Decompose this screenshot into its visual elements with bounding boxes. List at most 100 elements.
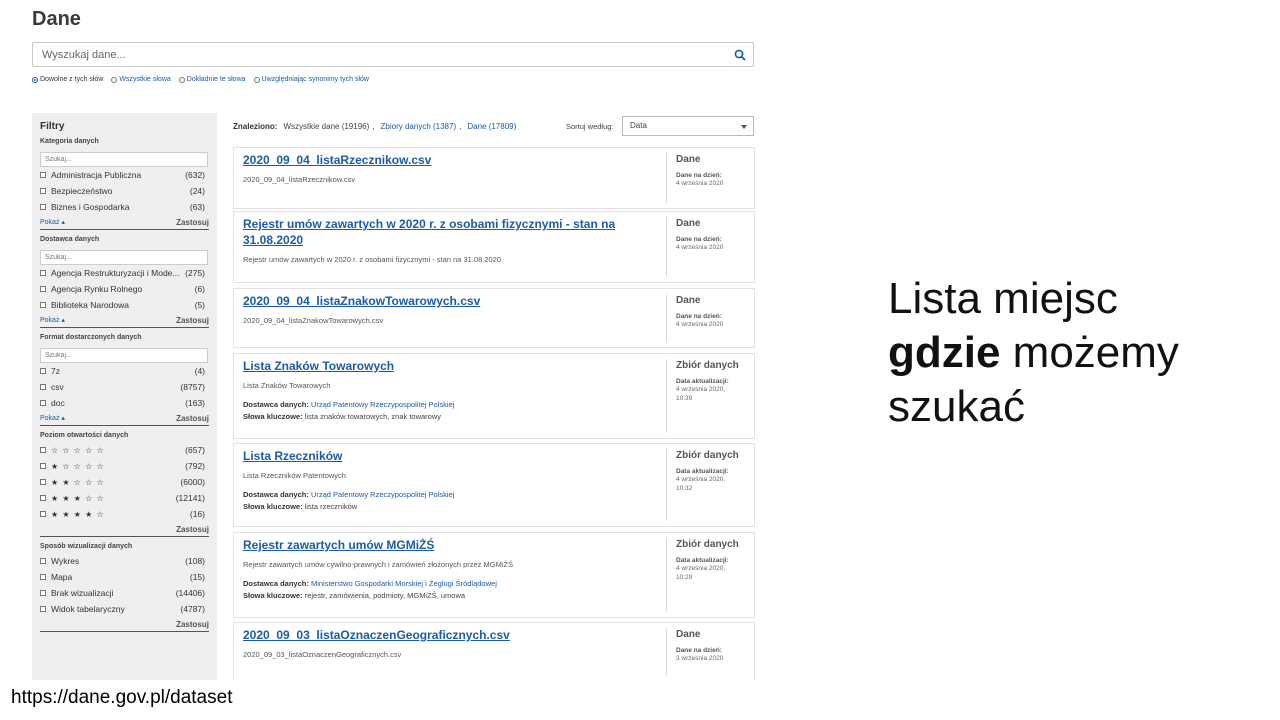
caret-down-icon <box>741 125 747 129</box>
checkbox-icon[interactable] <box>40 270 46 276</box>
result-meta: Zbiór danych Data aktualizacji: 4 wrześn… <box>666 359 754 433</box>
apply-button[interactable]: Zastosuj <box>176 316 209 325</box>
result-date: 3 września 2020 <box>676 655 724 662</box>
result-type: Zbiór danych <box>676 360 739 371</box>
apply-button[interactable]: Zastosuj <box>176 620 209 629</box>
filter-search-input[interactable] <box>40 152 208 167</box>
result-description: 2020_09_04_listaZnakowTowarowych.csv <box>243 316 384 325</box>
checkbox-icon[interactable] <box>40 384 46 390</box>
filter-group-title: Dostawca danych <box>40 236 100 243</box>
result-title-link[interactable]: Rejestr zawartych umów MGMiŻŚ <box>243 537 663 553</box>
checkbox-icon[interactable] <box>40 368 46 374</box>
filter-item[interactable]: Wykres (108) <box>40 553 209 569</box>
result-title-link[interactable]: Lista Znaków Towarowych <box>243 358 663 374</box>
filter-item[interactable]: csv (8757) <box>40 379 209 395</box>
result-time: 10:39 <box>676 395 693 402</box>
filter-item[interactable]: Biznes i Gospodarka (63) <box>40 199 209 215</box>
search-input[interactable] <box>33 43 753 66</box>
search-mode-options: Dowolne z tych słów Wszystkie słowa Dokł… <box>32 76 369 83</box>
filter-item[interactable]: 7z (4) <box>40 363 209 379</box>
provider-link[interactable]: Ministerstwo Gospodarki Morskiej i Żeglu… <box>311 579 497 588</box>
page-title: Dane <box>32 8 81 30</box>
provider-link[interactable]: Urząd Patentowy Rzeczypospolitej Polskie… <box>311 400 454 409</box>
results-datasets-link[interactable]: Zbiory danych (1387) <box>381 122 457 131</box>
search-mode-synonyms[interactable]: Uwzględniając synonimy tych słów <box>253 76 369 83</box>
search-icon[interactable] <box>734 49 746 61</box>
show-more-link[interactable]: Pokaż ▴ <box>40 316 65 324</box>
filter-item[interactable]: doc (163) <box>40 395 209 411</box>
filter-search-input[interactable] <box>40 348 208 363</box>
filter-item[interactable]: ★ ★ ★ ★ ☆ (16) <box>40 506 209 522</box>
checkbox-icon[interactable] <box>40 302 46 308</box>
checkbox-icon[interactable] <box>40 606 46 612</box>
provider-link[interactable]: Urząd Patentowy Rzeczypospolitej Polskie… <box>311 490 454 499</box>
filter-group-title: Poziom otwartości danych <box>40 432 129 439</box>
sort-label: Sortuj według: <box>566 122 614 131</box>
sort-select[interactable]: Data <box>622 116 754 136</box>
results-data-link[interactable]: Dane (17809) <box>467 122 516 131</box>
search-mode-all[interactable]: Wszystkie słowa <box>111 76 171 83</box>
result-meta: Zbiór danych Data aktualizacji: 4 wrześn… <box>666 449 754 521</box>
result-type: Zbiór danych <box>676 450 739 461</box>
result-date: 4 września 2020, <box>676 386 726 393</box>
checkbox-icon[interactable] <box>40 188 46 194</box>
checkbox-icon[interactable] <box>40 172 46 178</box>
filter-footer: Pokaż ▴ Zastosuj <box>40 411 209 426</box>
result-type: Zbiór danych <box>676 539 739 550</box>
checkbox-icon[interactable] <box>40 204 46 210</box>
apply-button[interactable]: Zastosuj <box>176 218 209 227</box>
result-card: Rejestr zawartych umów MGMiŻŚ Rejestr za… <box>233 532 755 618</box>
filter-item[interactable]: Brak wizualizacji (14406) <box>40 585 209 601</box>
checkbox-icon[interactable] <box>40 286 46 292</box>
result-description: Rejestr zawartych umów cywilno-prawnych … <box>243 560 514 569</box>
checkbox-icon[interactable] <box>40 558 46 564</box>
result-title-link[interactable]: Lista Rzeczników <box>243 448 663 464</box>
result-title-link[interactable]: Rejestr umów zawartych w 2020 r. z osoba… <box>243 216 663 248</box>
filter-item[interactable]: ★ ★ ☆ ☆ ☆ (6000) <box>40 474 209 490</box>
filter-item[interactable]: Agencja Rynku Rolnego (6) <box>40 281 209 297</box>
star-rating-icon: ★ ★ ★ ★ ☆ <box>51 509 105 519</box>
filter-item[interactable]: Administracja Publiczna (632) <box>40 167 209 183</box>
filter-item[interactable]: Agencja Restrukturyzacji i Mode... (275) <box>40 265 209 281</box>
filter-group-format: Format dostarczonych danych 7z(4) csv(87… <box>40 334 209 426</box>
filter-item[interactable]: ★ ☆ ☆ ☆ ☆ (792) <box>40 458 209 474</box>
filter-item[interactable]: Bezpieczeństwo (24) <box>40 183 209 199</box>
checkbox-icon[interactable] <box>40 479 46 485</box>
result-title-link[interactable]: 2020_09_04_listaZnakowTowarowych.csv <box>243 293 663 309</box>
filter-item[interactable]: Biblioteka Narodowa (5) <box>40 297 209 313</box>
filter-search-input[interactable] <box>40 250 208 265</box>
apply-button[interactable]: Zastosuj <box>176 525 209 534</box>
star-rating-icon: ★ ★ ☆ ☆ ☆ <box>51 477 105 487</box>
apply-button[interactable]: Zastosuj <box>176 414 209 423</box>
result-date: 4 września 2020 <box>676 244 724 251</box>
filter-group-visualization: Sposób wizualizacji danych Wykres (108) M… <box>40 543 209 632</box>
result-card: Lista Znaków Towarowych Lista Znaków Tow… <box>233 353 755 439</box>
search-mode-exact[interactable]: Dokładnie te słowa <box>178 76 246 83</box>
result-card: Rejestr umów zawartych w 2020 r. z osoba… <box>233 211 755 283</box>
filter-item[interactable]: ★ ★ ★ ☆ ☆ (12141) <box>40 490 209 506</box>
show-more-link[interactable]: Pokaż ▴ <box>40 218 65 226</box>
filter-footer: Pokaż ▴ Zastosuj <box>40 313 209 328</box>
show-more-link[interactable]: Pokaż ▴ <box>40 414 65 422</box>
result-time: 10:32 <box>676 485 693 492</box>
filter-item[interactable]: Mapa (15) <box>40 569 209 585</box>
checkbox-icon[interactable] <box>40 447 46 453</box>
result-card: 2020_09_04_listaRzecznikow.csv 2020_09_0… <box>233 147 755 209</box>
filter-item[interactable]: ☆ ☆ ☆ ☆ ☆ (657) <box>40 442 209 458</box>
result-title-link[interactable]: 2020_09_04_listaRzecznikow.csv <box>243 152 663 168</box>
filter-item[interactable]: Widok tabelaryczny (4787) <box>40 601 209 617</box>
slide-heading: Lista miejsc gdzie możemy szukać <box>888 274 1179 431</box>
result-description: 2020_09_04_listaRzecznikow.csv <box>243 175 356 184</box>
checkbox-icon[interactable] <box>40 590 46 596</box>
result-title-link[interactable]: 2020_09_03_listaOznaczenGeograficznych.c… <box>243 627 663 643</box>
checkbox-icon[interactable] <box>40 495 46 501</box>
result-keywords: Słowa kluczowe: rejestr, zamówienia, pod… <box>243 591 466 600</box>
result-provider: Dostawca danych: Urząd Patentowy Rzeczyp… <box>243 400 455 409</box>
checkbox-icon[interactable] <box>40 463 46 469</box>
result-date: 4 września 2020, <box>676 565 726 572</box>
checkbox-icon[interactable] <box>40 400 46 406</box>
result-type: Dane <box>676 295 701 306</box>
checkbox-icon[interactable] <box>40 511 46 517</box>
checkbox-icon[interactable] <box>40 574 46 580</box>
search-mode-any[interactable]: Dowolne z tych słów <box>32 76 103 83</box>
